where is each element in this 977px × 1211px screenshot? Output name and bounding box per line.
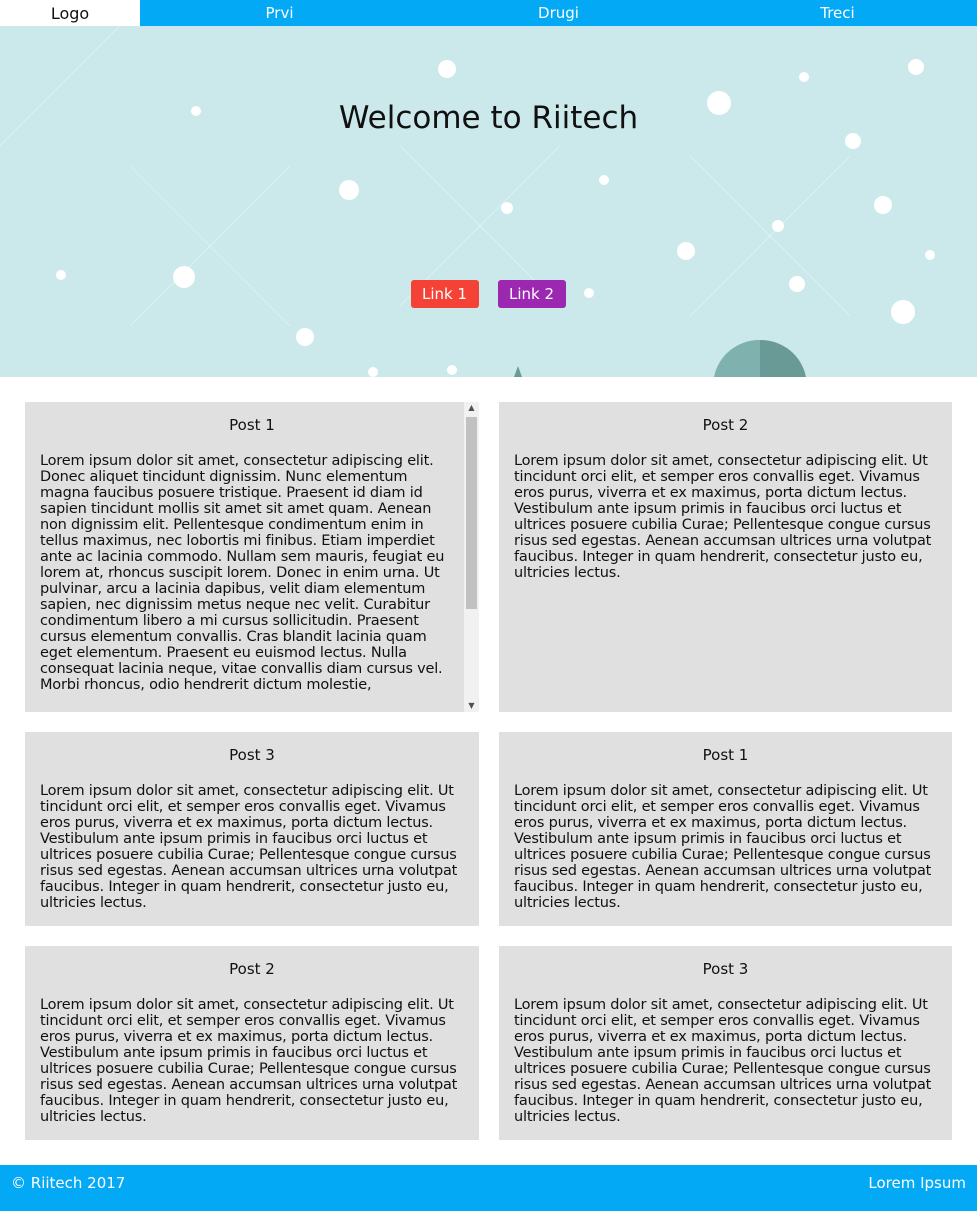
footer-copyright: © Riitech 2017: [11, 1174, 126, 1192]
scroll-up-icon[interactable]: ▲: [464, 402, 479, 414]
post-title: Post 3: [229, 746, 275, 764]
logo[interactable]: Logo: [0, 0, 140, 26]
post-body: Lorem ipsum dolor sit amet, consectetur …: [40, 997, 458, 1125]
post-body: Lorem ipsum dolor sit amet, consectetur …: [40, 783, 458, 911]
post-title: Post 3: [702, 960, 749, 978]
snow-illustration: [0, 26, 935, 377]
link-1-button[interactable]: Link 1: [411, 280, 479, 308]
post-title: Post 1: [702, 746, 749, 764]
post-title: Post 1: [229, 416, 275, 434]
footer: © Riitech 2017 Lorem Ipsum: [0, 1165, 977, 1211]
post-card[interactable]: Post 1 Lorem ipsum dolor sit amet, conse…: [25, 402, 479, 712]
link-2-button[interactable]: Link 2: [498, 280, 566, 308]
post-title: Post 2: [702, 416, 749, 434]
hero-title: Welcome to Riitech: [338, 100, 639, 136]
footer-link[interactable]: Lorem Ipsum: [868, 1174, 966, 1192]
nav-item-treci[interactable]: Treci: [698, 0, 977, 26]
post-card: Post 2 Lorem ipsum dolor sit amet, conse…: [25, 946, 479, 1140]
top-nav: Logo Prvi Drugi Treci: [0, 0, 977, 26]
post-card: Post 2 Lorem ipsum dolor sit amet, conse…: [499, 402, 952, 712]
post-card: Post 1 Lorem ipsum dolor sit amet, conse…: [499, 732, 952, 926]
hero-banner: Welcome to Riitech Link 1 Link 2: [0, 26, 977, 377]
post-card: Post 3 Lorem ipsum dolor sit amet, conse…: [499, 946, 952, 1140]
scroll-down-icon[interactable]: ▼: [464, 700, 479, 712]
post-title: Post 2: [229, 960, 275, 978]
post-card: Post 3 Lorem ipsum dolor sit amet, conse…: [25, 732, 479, 926]
nav-item-prvi[interactable]: Prvi: [140, 0, 419, 26]
scrollbar-thumb[interactable]: [466, 417, 477, 609]
post-scrollbar[interactable]: ▲ ▼: [464, 402, 479, 712]
post-body: Lorem ipsum dolor sit amet, consectetur …: [514, 453, 932, 581]
post-body: Lorem ipsum dolor sit amet, consectetur …: [514, 997, 932, 1125]
post-body: Lorem ipsum dolor sit amet, consectetur …: [514, 783, 932, 911]
nav-item-drugi[interactable]: Drugi: [419, 0, 698, 26]
post-body: Lorem ipsum dolor sit amet, consectetur …: [40, 453, 445, 693]
